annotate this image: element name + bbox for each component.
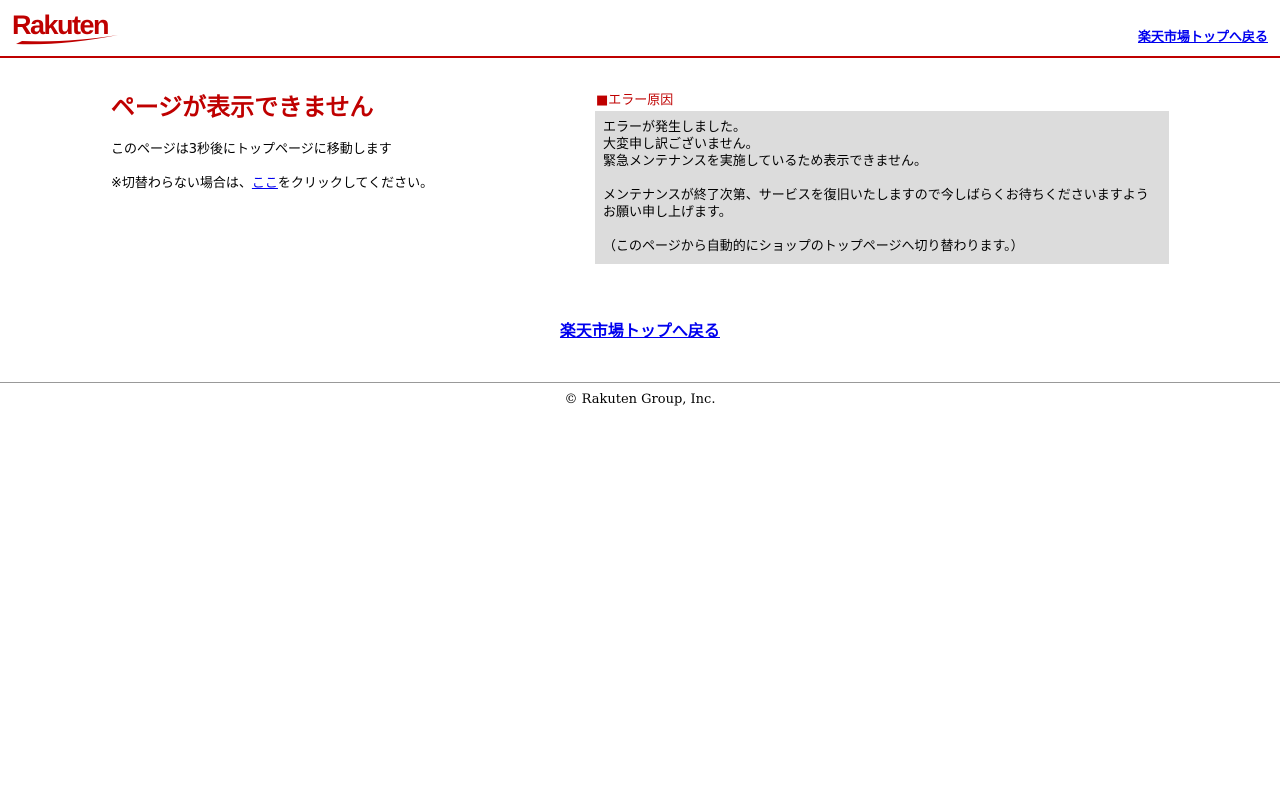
error-line: 緊急メンテナンスを実施しているため表示できません。	[603, 154, 927, 169]
bottom-top-link[interactable]: 楽天市場トップへ戻る	[560, 321, 720, 340]
here-link[interactable]: ここ	[252, 176, 278, 191]
page-title: ページが表示できません	[111, 93, 374, 121]
error-line: 大変申し訳ございません。	[603, 137, 759, 152]
error-section: ■エラー原因 エラーが発生しました。 大変申し訳ございません。 緊急メンテナンス…	[595, 93, 1169, 264]
redirect-message: このページは3秒後にトップページに移動します	[111, 142, 392, 157]
header: Rakuten 楽天市場トップへ戻る	[0, 0, 1280, 58]
click-message: ※切替わらない場合は、ここをクリックしてください。	[111, 176, 571, 192]
logo-swoosh-icon	[16, 35, 118, 45]
rakuten-logo[interactable]: Rakuten	[12, 10, 120, 46]
maintenance-message: メンテナンスが終了次第、サービスを復旧いたしますので今しばらくお待ちくださいます…	[603, 188, 1149, 220]
main-content: ページが表示できません このページは3秒後にトップページに移動します ※切替わら…	[0, 58, 1280, 341]
click-suffix: をクリックしてください。	[277, 176, 434, 191]
error-line: エラーが発生しました。	[603, 120, 747, 135]
click-prefix: ※切替わらない場合は、	[111, 176, 252, 191]
footer: © Rakuten Group, Inc.	[0, 382, 1280, 407]
copyright: © Rakuten Group, Inc.	[564, 392, 716, 407]
error-cause-heading: ■エラー原因	[596, 93, 674, 108]
left-column: ページが表示できません このページは3秒後にトップページに移動します ※切替わら…	[111, 92, 571, 192]
bottom-link-wrap: 楽天市場トップへ戻る	[0, 317, 1280, 341]
auto-switch-message: （このページから自動的にショップのトップページへ切り替わります。）	[603, 239, 1024, 254]
header-top-link[interactable]: 楽天市場トップへ戻る	[1138, 26, 1268, 45]
error-cause-box: エラーが発生しました。 大変申し訳ございません。 緊急メンテナンスを実施している…	[595, 111, 1169, 264]
